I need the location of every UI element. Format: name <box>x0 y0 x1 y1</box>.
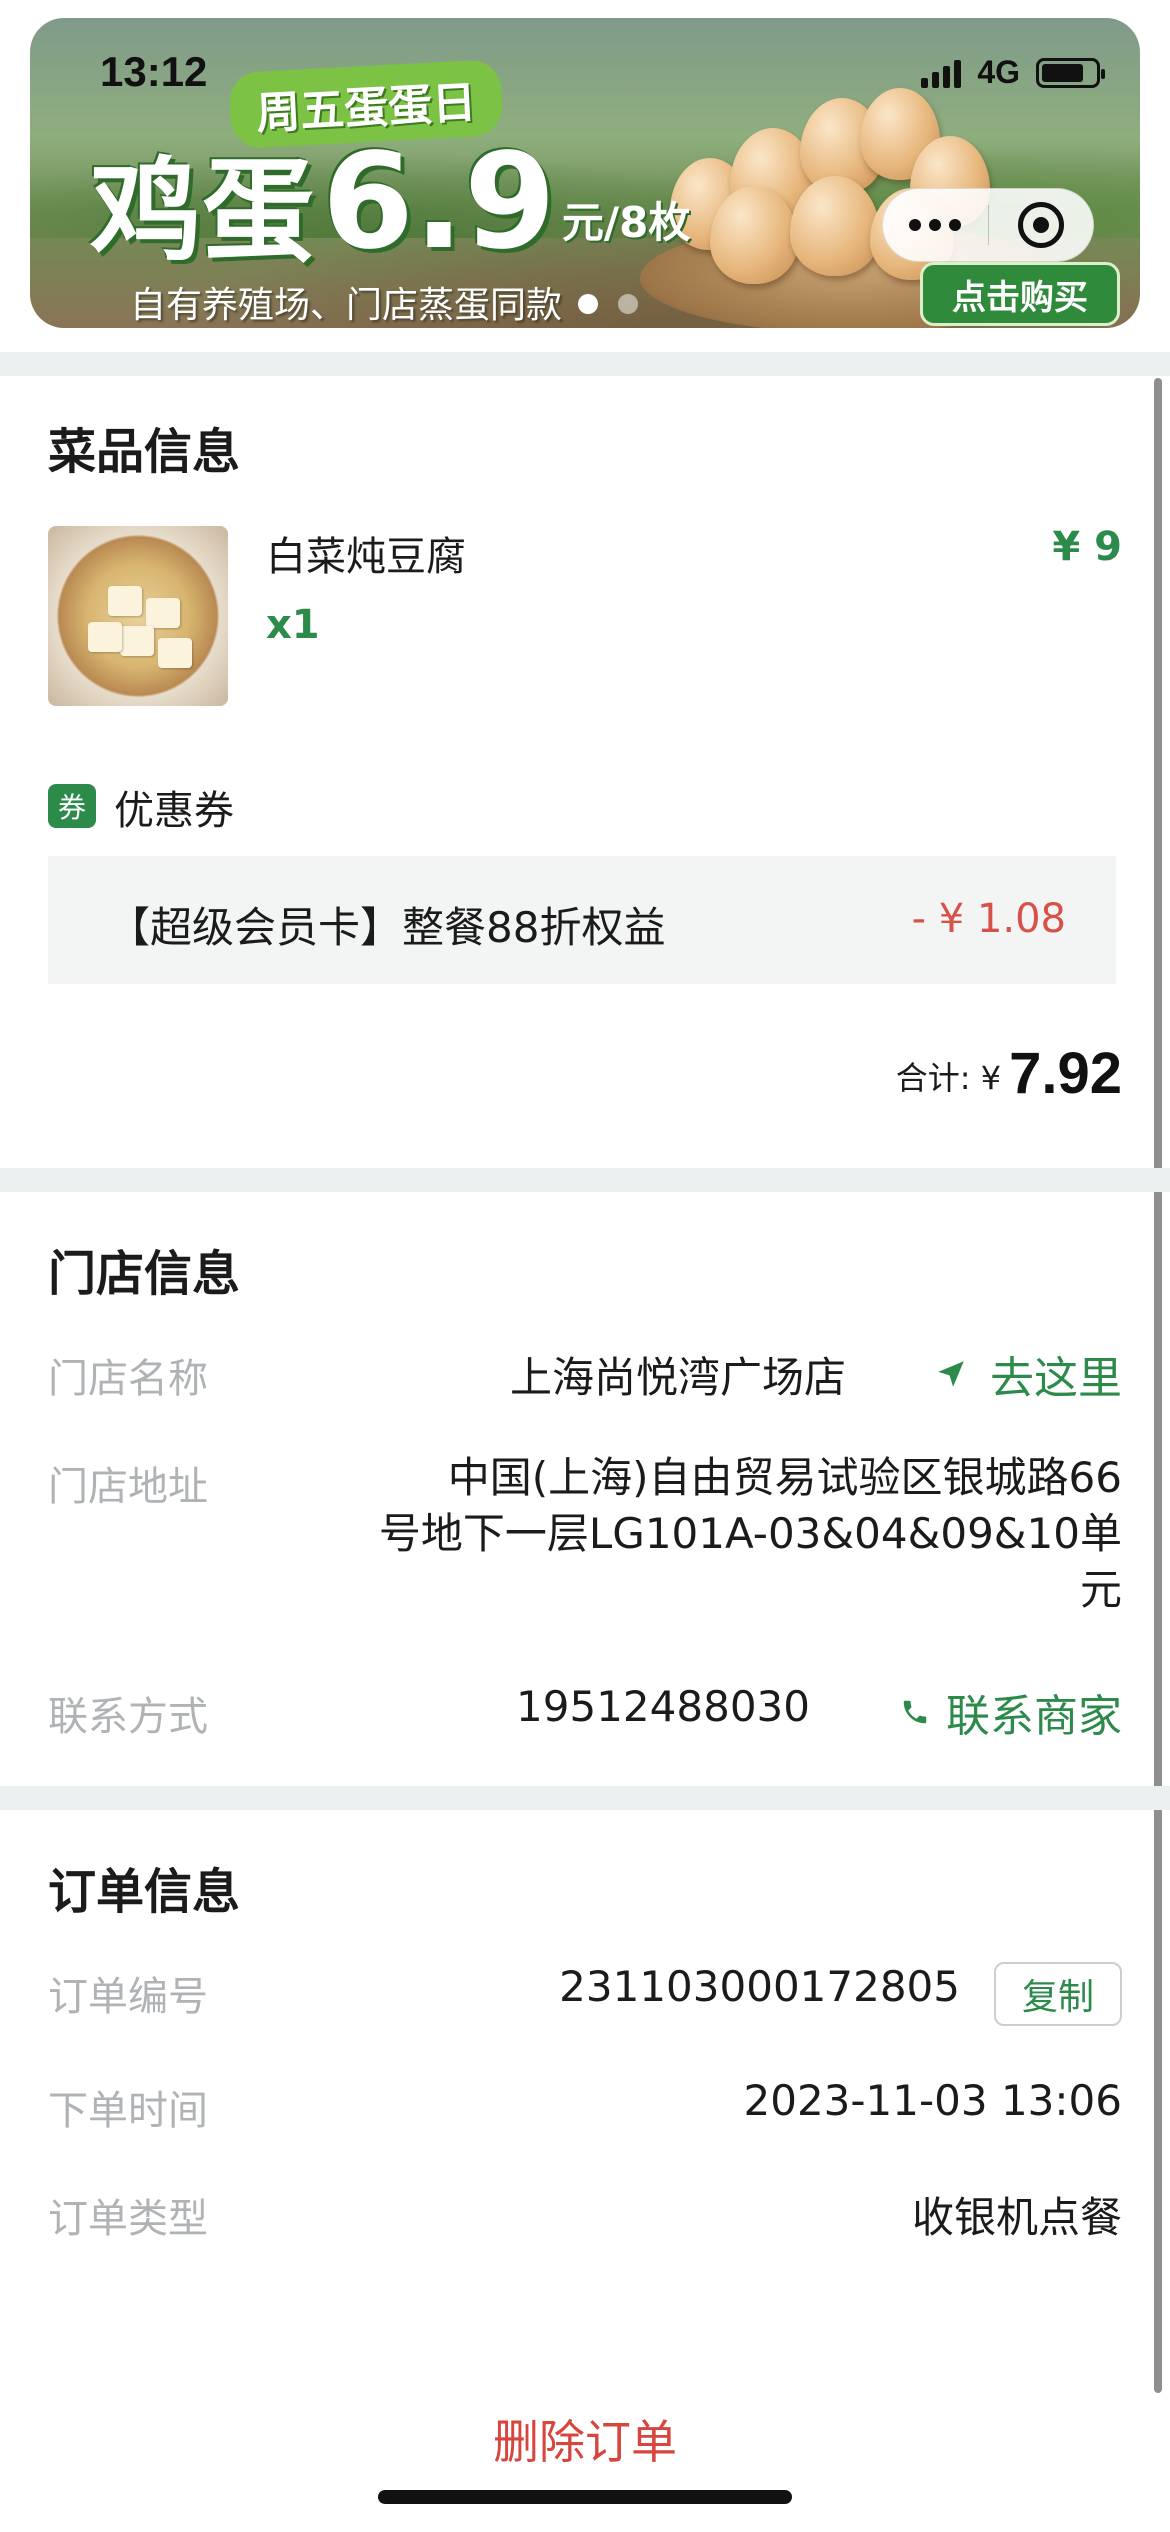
dish-image <box>48 526 228 706</box>
home-indicator[interactable] <box>378 2490 792 2504</box>
section-divider <box>0 352 1170 376</box>
address-line: 元 <box>1079 1565 1122 1614</box>
address-line: 中国(上海)自由贸易试验区银城路66 <box>447 1453 1122 1502</box>
navigate-icon <box>938 1361 964 1387</box>
promo-subtitle: 自有养殖场、门店蒸蛋同款 <box>130 285 563 326</box>
store-name-label: 门店名称 <box>48 1356 208 1402</box>
status-icons: 4G <box>921 54 1105 91</box>
total-amount: 7.92 <box>1009 1041 1122 1106</box>
promo-banner[interactable]: 13:12 4G 周五蛋蛋日 鸡蛋 6.9 元/8枚 自有养殖场、门店蒸蛋同款 … <box>30 18 1140 328</box>
delete-order-button[interactable]: 删除订单 <box>0 2406 1170 2472</box>
store-phone: 19512488030 <box>516 1682 810 1731</box>
promo-unit: 元/8枚 <box>561 198 691 247</box>
more-icon[interactable] <box>883 219 988 231</box>
copy-button[interactable]: 复制 <box>994 1962 1122 2026</box>
dish-price: ¥ 9 <box>1052 524 1122 570</box>
store-section-title: 门店信息 <box>48 1246 241 1302</box>
order-type-label: 订单类型 <box>48 2196 208 2242</box>
close-miniapp-icon[interactable] <box>989 202 1094 248</box>
total-label: 合计: ¥ <box>895 1059 1002 1097</box>
promo-price: 6.9 <box>322 125 556 279</box>
order-type: 收银机点餐 <box>911 2193 1122 2242</box>
network-type: 4G <box>977 54 1020 90</box>
coupon-name: 【超级会员卡】整餐88折权益 <box>108 903 666 952</box>
coupon-item: 【超级会员卡】整餐88折权益 - ¥ 1.08 <box>48 856 1116 984</box>
coupon-icon: 券 <box>48 784 96 828</box>
order-number-label: 订单编号 <box>48 1974 208 2020</box>
dish-name: 白菜炖豆腐 <box>266 534 466 580</box>
promo-product: 鸡蛋 <box>90 147 314 277</box>
store-name: 上海尚悦湾广场店 <box>509 1353 846 1402</box>
phone-icon <box>903 1700 927 1724</box>
miniapp-capsule <box>882 188 1094 262</box>
coupon-label: 优惠券 <box>114 788 234 834</box>
battery-icon <box>1036 57 1105 88</box>
section-divider <box>0 1786 1170 1810</box>
dish-section-title: 菜品信息 <box>48 424 241 480</box>
navigate-label: 去这里 <box>990 1353 1122 1404</box>
order-number: 231103000172805 <box>559 1962 960 2011</box>
promo-headline: 鸡蛋 6.9 元/8枚 <box>90 136 690 268</box>
contact-label: 联系方式 <box>48 1694 208 1740</box>
coupon-discount: - ¥ 1.08 <box>911 896 1066 942</box>
signal-icon <box>921 58 962 88</box>
store-address-label: 门店地址 <box>48 1464 208 1510</box>
order-time-label: 下单时间 <box>48 2088 208 2134</box>
order-section-title: 订单信息 <box>48 1864 241 1920</box>
section-divider <box>0 1168 1170 1192</box>
buy-button[interactable]: 点击购买 <box>920 262 1120 326</box>
address-line: 号地下一层LG101A-03&04&09&10单 <box>378 1509 1122 1558</box>
carousel-indicator <box>578 294 638 314</box>
store-address: 中国(上海)自由贸易试验区银城路66 号地下一层LG101A-03&04&09&… <box>379 1450 1122 1618</box>
contact-merchant-label: 联系商家 <box>946 1691 1122 1742</box>
scrollbar[interactable] <box>1154 378 1162 2393</box>
navigate-link[interactable]: 去这里 <box>934 1342 1122 1406</box>
order-time: 2023-11-03 13:06 <box>743 2076 1122 2125</box>
contact-merchant-link[interactable]: 联系商家 <box>900 1680 1122 1744</box>
order-total: 合计: ¥ 7.92 <box>896 1040 1122 1107</box>
status-time: 13:12 <box>100 48 208 95</box>
dish-quantity: x1 <box>266 602 320 648</box>
